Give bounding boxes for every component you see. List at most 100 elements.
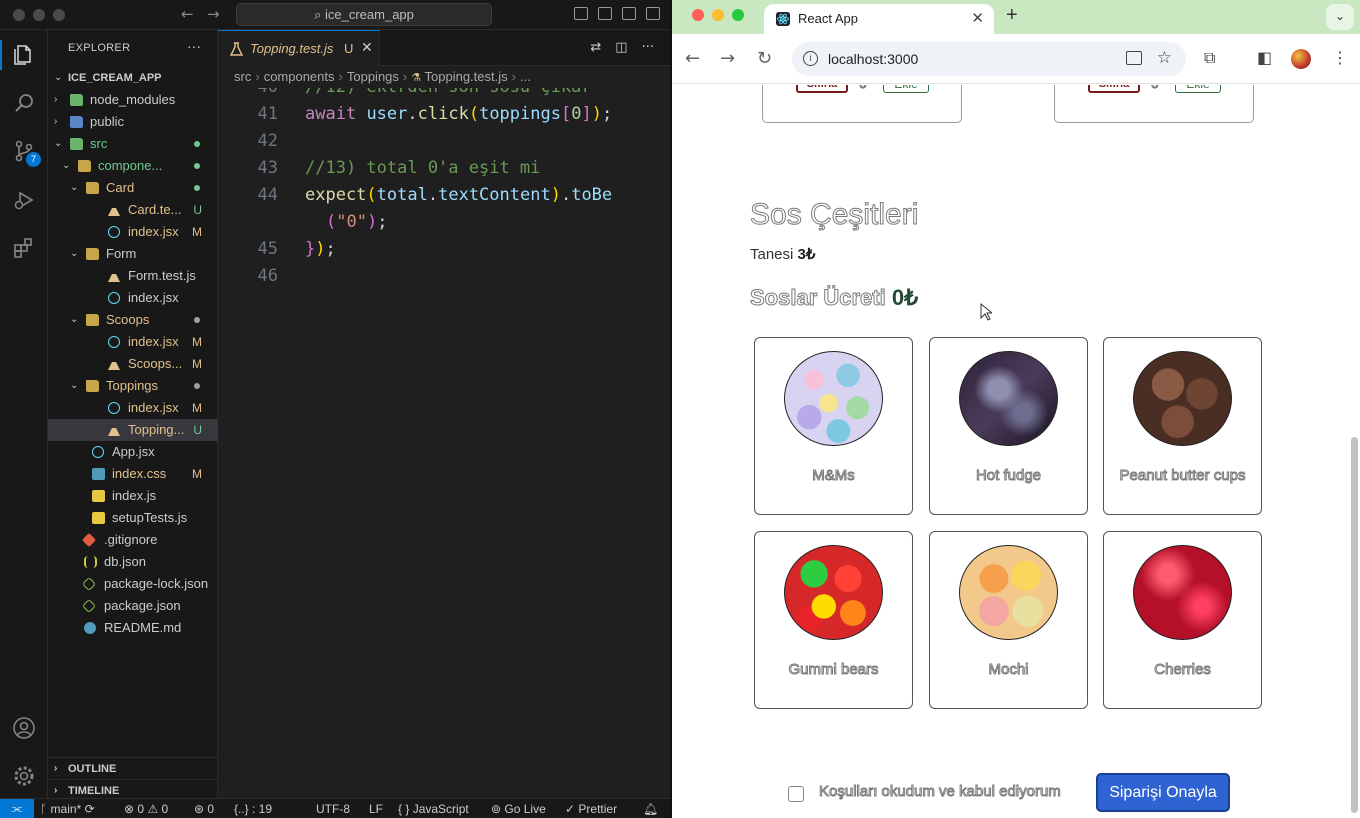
confirm-order-button[interactable]: Siparişi Onayla [1096, 773, 1230, 812]
file-row[interactable]: setupTests.js [48, 507, 218, 529]
window-minimize-button[interactable] [33, 9, 45, 21]
toggle-panel-icon[interactable] [598, 7, 612, 20]
folder-row[interactable]: ⌄ Toppings [48, 375, 218, 397]
file-row[interactable]: Card.te... U [48, 199, 218, 221]
folder-row[interactable]: ⌄ Form [48, 243, 218, 265]
browser-tab-react-app[interactable]: React App ✕ [764, 4, 994, 34]
window-close-button[interactable] [13, 9, 25, 21]
file-row[interactable]: index.jsx M [48, 221, 218, 243]
file-row[interactable]: index.jsx [48, 287, 218, 309]
install-app-icon[interactable] [1126, 51, 1142, 65]
window-zoom-button[interactable] [732, 9, 744, 21]
profile-avatar[interactable] [1291, 49, 1311, 69]
toggle-sidebar-icon[interactable] [574, 7, 588, 20]
file-row[interactable]: Scoops... M [48, 353, 218, 375]
more-actions-icon[interactable]: ··· [187, 38, 201, 54]
close-tab-icon[interactable]: ✕ [971, 9, 984, 27]
run-debug-icon[interactable] [12, 188, 36, 212]
file-row[interactable]: index.js [48, 485, 218, 507]
breadcrumb-item[interactable]: Topping.test.js [425, 69, 508, 84]
folder-row[interactable]: › public [48, 111, 218, 133]
breadcrumb-item[interactable]: Toppings [347, 69, 399, 84]
window-close-button[interactable] [692, 9, 704, 21]
topping-card[interactable]: Mochi [929, 531, 1088, 709]
file-row[interactable]: package.json [48, 595, 218, 617]
folder-row[interactable]: ⌄ Scoops [48, 309, 218, 331]
reload-icon[interactable]: ↻ [757, 48, 772, 69]
branch-indicator[interactable]: ᚴ main* ⟳ [40, 802, 95, 816]
breadcrumb-item[interactable]: components [264, 69, 335, 84]
tab-topping-test[interactable]: Topping.test.js U ✕ [218, 30, 380, 66]
back-arrow-icon[interactable]: ← [181, 5, 194, 23]
breadcrumb-item[interactable]: ... [520, 69, 531, 84]
reset-button[interactable]: Sıfırla [1088, 85, 1140, 93]
folder-row[interactable]: ⌄ src [48, 133, 218, 155]
explorer-icon[interactable] [12, 43, 36, 67]
file-row[interactable]: db.json [48, 551, 218, 573]
reset-button[interactable]: Sıfırla [796, 85, 848, 93]
customize-layout-icon[interactable] [646, 7, 660, 20]
encoding-indicator[interactable]: UTF-8 [316, 802, 350, 816]
topping-card[interactable]: Hot fudge [929, 337, 1088, 515]
site-info-icon[interactable]: i [803, 51, 818, 66]
add-button[interactable]: Ekle [1175, 85, 1221, 93]
unit-price-label: Tanesi [750, 246, 794, 263]
outline-section[interactable]: › OUTLINE [48, 757, 218, 779]
root-folder-row[interactable]: ⌄ ICE_CREAM_APP [48, 67, 218, 89]
notifications-bell-icon[interactable]: 🔔︎ [643, 802, 658, 816]
window-minimize-button[interactable] [712, 9, 724, 21]
close-tab-icon[interactable]: ✕ [361, 39, 373, 56]
address-bar[interactable]: i localhost:3000 ☆ [792, 42, 1186, 76]
file-row[interactable]: README.md [48, 617, 218, 639]
code-editor[interactable]: 40 //12) ektrden son sosu çıkar 41 await u… [218, 88, 670, 798]
split-editor-icon[interactable]: ◫ [615, 40, 627, 55]
folder-row[interactable]: › node_modules [48, 89, 218, 111]
topping-card[interactable]: Peanut butter cups [1103, 337, 1262, 515]
window-zoom-button[interactable] [53, 9, 65, 21]
back-arrow-icon[interactable]: ← [685, 48, 700, 69]
folder-row[interactable]: ⌄ compone... [48, 155, 218, 177]
ports-indicator[interactable]: ⊛ 0 [194, 802, 214, 816]
new-tab-button[interactable]: + [1006, 4, 1018, 27]
topping-card[interactable]: M&Ms [754, 337, 913, 515]
extensions-icon[interactable] [12, 236, 36, 260]
forward-arrow-icon[interactable]: → [207, 5, 220, 23]
forward-arrow-icon[interactable]: → [720, 48, 735, 69]
language-indicator[interactable]: { } JavaScript [398, 802, 469, 816]
command-center-search[interactable]: ⌕ ice_cream_app [236, 3, 492, 26]
side-panel-icon[interactable]: ◧ [1257, 48, 1272, 67]
eol-indicator[interactable]: LF [369, 802, 383, 816]
breadcrumb-item[interactable]: src [234, 69, 251, 84]
remote-indicator-icon[interactable]: ⫘ [0, 799, 34, 818]
file-row[interactable]: .gitignore [48, 529, 218, 551]
file-tree: ⌄ ICE_CREAM_APP › node_modules › public ⌄ src… [48, 67, 218, 639]
folder-row[interactable]: ⌄ Card [48, 177, 218, 199]
prettier-indicator[interactable]: ✓ Prettier [565, 802, 617, 816]
vscode-window: ← → ⌕ ice_cream_app 7 EXPLORER ··· ⌄ ICE… [0, 0, 670, 818]
manage-gear-icon[interactable] [12, 764, 36, 788]
file-row[interactable]: App.jsx [48, 441, 218, 463]
file-row[interactable]: Form.test.js [48, 265, 218, 287]
file-row[interactable]: index.css M [48, 463, 218, 485]
open-changes-icon[interactable]: ⇄ [590, 40, 601, 55]
file-row[interactable]: Topping... U [48, 419, 218, 441]
search-icon[interactable] [12, 91, 36, 115]
page-scrollbar[interactable] [1351, 437, 1358, 813]
terms-checkbox[interactable] [788, 786, 804, 802]
bookmark-star-icon[interactable]: ☆ [1157, 48, 1172, 68]
tab-search-chevron-icon[interactable]: ⌄ [1326, 4, 1354, 30]
extensions-puzzle-icon[interactable]: ⧉ [1204, 48, 1215, 68]
problems-indicator[interactable]: ⊗ 0 ⚠ 0 [124, 802, 168, 816]
file-row[interactable]: package-lock.json [48, 573, 218, 595]
file-row[interactable]: index.jsx M [48, 397, 218, 419]
add-button[interactable]: Ekle [883, 85, 929, 93]
topping-card[interactable]: Cherries [1103, 531, 1262, 709]
selection-indicator[interactable]: {..} : 19 [234, 802, 272, 816]
more-editor-actions-icon[interactable]: ··· [642, 40, 654, 55]
accounts-icon[interactable] [12, 716, 36, 740]
file-row[interactable]: index.jsx M [48, 331, 218, 353]
chrome-menu-icon[interactable]: ⋮ [1332, 48, 1348, 67]
go-live-button[interactable]: ⊚ Go Live [491, 802, 546, 816]
toggle-secondary-sidebar-icon[interactable] [622, 7, 636, 20]
topping-card[interactable]: Gummi bears [754, 531, 913, 709]
